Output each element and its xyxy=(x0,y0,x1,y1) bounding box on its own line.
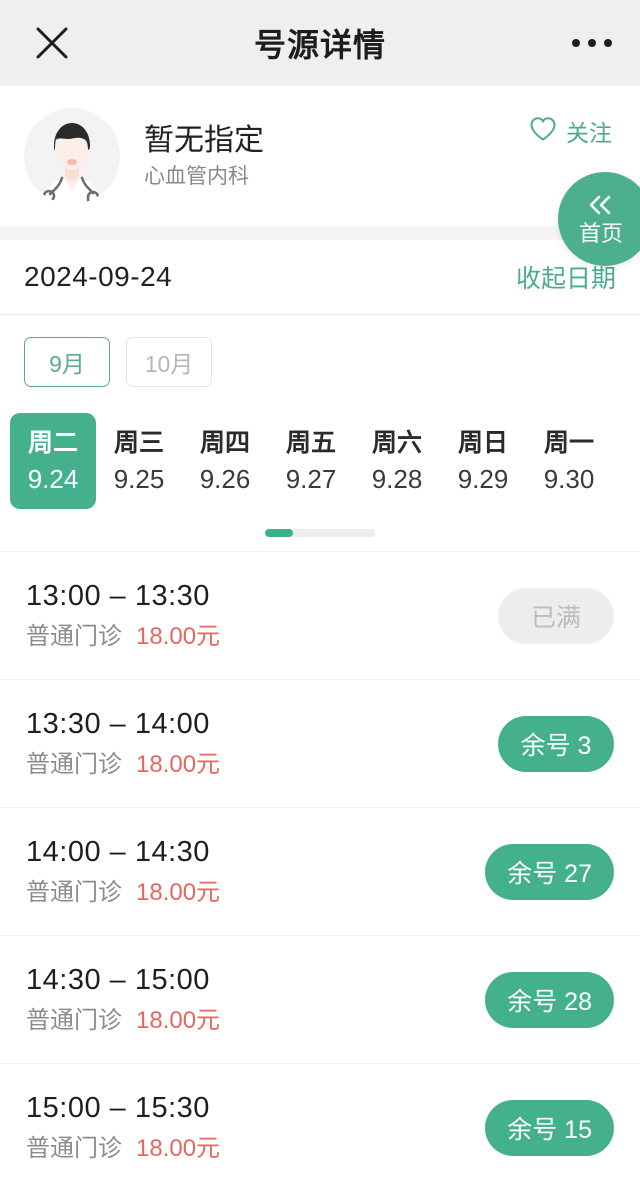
slot-meta: 普通门诊 18.00元 xyxy=(26,881,220,905)
scroll-thumb[interactable] xyxy=(265,529,293,537)
day-tab-weekday: 周二 xyxy=(27,428,78,457)
day-tab-3[interactable]: 周五 9.27 xyxy=(268,413,354,509)
slot-details: 13:30 – 14:00 普通门诊 18.00元 xyxy=(26,710,220,777)
month-tabs: 9月 10月 xyxy=(0,315,640,403)
day-tab-weekday: 周四 xyxy=(199,428,250,457)
scroll-track[interactable] xyxy=(265,529,375,537)
day-strip-scroll-indicator xyxy=(0,513,640,551)
day-tab-4[interactable]: 周六 9.28 xyxy=(354,413,440,509)
month-tab-10[interactable]: 10月 xyxy=(126,337,212,387)
day-tab-0[interactable]: 周二 9.24 xyxy=(10,413,96,509)
slot-price: 18.00元 xyxy=(136,623,221,650)
home-fab-label: 首页 xyxy=(578,220,623,246)
day-tab-date: 9.26 xyxy=(199,463,251,494)
slot-row[interactable]: 13:30 – 14:00 普通门诊 18.00元 余号 3 xyxy=(0,679,640,807)
slot-row[interactable]: 15:00 – 15:30 普通门诊 18.00元 余号 15 xyxy=(0,1063,640,1179)
slot-time: 14:30 – 15:00 xyxy=(26,964,210,996)
slot-status-badge: 已满 xyxy=(498,587,614,644)
slot-type: 普通门诊 xyxy=(26,751,122,778)
appointment-slots-page: 号源详情 暂无指定 心血管内科 关注 首页 2024-09-24 收起日期 9月… xyxy=(0,0,640,1179)
slot-details: 14:00 – 14:30 普通门诊 18.00元 xyxy=(26,838,220,905)
slot-time: 13:00 – 13:30 xyxy=(26,580,210,612)
slot-status-badge[interactable]: 余号 27 xyxy=(485,843,614,900)
day-tab-weekday: 周五 xyxy=(285,428,336,457)
day-tab-date: 9.30 xyxy=(543,463,595,494)
more-horizontal-icon[interactable] xyxy=(572,39,612,47)
slot-status-badge[interactable]: 余号 3 xyxy=(498,715,614,772)
day-strip[interactable]: 周二 9.24 周三 9.25 周四 9.26 周五 9.27 周六 9.28 … xyxy=(0,403,640,513)
slot-time: 14:00 – 14:30 xyxy=(26,836,210,868)
more-dot xyxy=(604,39,612,47)
day-tab-date: 9.28 xyxy=(371,463,423,494)
slot-details: 15:00 – 15:30 普通门诊 18.00元 xyxy=(26,1094,220,1161)
doctor-card[interactable]: 暂无指定 心血管内科 关注 xyxy=(0,86,640,226)
slot-meta: 普通门诊 18.00元 xyxy=(26,1009,220,1033)
slot-price: 18.00元 xyxy=(136,1007,221,1034)
double-chevron-left-icon xyxy=(586,194,616,221)
slot-price: 18.00元 xyxy=(136,1135,221,1162)
day-tab-weekday: 周三 xyxy=(113,428,164,457)
slot-type: 普通门诊 xyxy=(26,1135,122,1162)
slot-price: 18.00元 xyxy=(136,751,221,778)
slot-status-badge[interactable]: 余号 28 xyxy=(485,971,614,1028)
more-dot xyxy=(572,39,580,47)
slot-type: 普通门诊 xyxy=(26,879,122,906)
day-tab-6[interactable]: 周一 9.30 xyxy=(526,413,612,509)
slot-list: 13:00 – 13:30 普通门诊 18.00元 已满 13:30 – 14:… xyxy=(0,551,640,1179)
day-tab-date: 9.27 xyxy=(285,463,337,494)
slot-details: 13:00 – 13:30 普通门诊 18.00元 xyxy=(26,582,220,649)
slot-meta: 普通门诊 18.00元 xyxy=(26,753,220,777)
slot-meta: 普通门诊 18.00元 xyxy=(26,1137,220,1161)
day-tab-1[interactable]: 周三 9.25 xyxy=(96,413,182,509)
day-tab-5[interactable]: 周日 9.29 xyxy=(440,413,526,509)
day-tab-weekday: 周日 xyxy=(457,428,508,457)
doctor-avatar-icon xyxy=(24,108,120,204)
day-tab-date: 9.25 xyxy=(113,463,165,494)
slot-status-badge[interactable]: 余号 15 xyxy=(485,1099,614,1156)
slot-time: 13:30 – 14:00 xyxy=(26,708,210,740)
date-header: 2024-09-24 收起日期 xyxy=(0,240,640,314)
slot-row[interactable]: 14:30 – 15:00 普通门诊 18.00元 余号 28 xyxy=(0,935,640,1063)
day-tab-date: 9.29 xyxy=(457,463,509,494)
heart-outline-icon xyxy=(529,116,557,147)
slot-time: 15:00 – 15:30 xyxy=(26,1092,210,1124)
selected-date: 2024-09-24 xyxy=(24,261,173,292)
day-tab-weekday: 周一 xyxy=(543,428,594,457)
more-dot xyxy=(588,39,596,47)
slot-type: 普通门诊 xyxy=(26,1007,122,1034)
slot-meta: 普通门诊 18.00元 xyxy=(26,625,220,649)
page-title: 号源详情 xyxy=(253,27,386,63)
month-tab-label: 10月 xyxy=(144,351,194,377)
day-tab-date: 9.24 xyxy=(27,463,79,494)
navbar: 号源详情 xyxy=(0,0,640,86)
day-tab-weekday: 周六 xyxy=(371,428,422,457)
month-tab-9[interactable]: 9月 xyxy=(24,337,110,387)
slot-type: 普通门诊 xyxy=(26,623,122,650)
doctor-name: 暂无指定 xyxy=(144,123,264,157)
close-icon[interactable] xyxy=(30,21,74,65)
section-divider xyxy=(0,226,640,240)
doctor-info: 暂无指定 心血管内科 xyxy=(144,124,264,188)
follow-button[interactable]: 关注 xyxy=(529,114,612,148)
day-tab-2[interactable]: 周四 9.26 xyxy=(182,413,268,509)
slot-details: 14:30 – 15:00 普通门诊 18.00元 xyxy=(26,966,220,1033)
doctor-department: 心血管内科 xyxy=(144,164,249,188)
slot-price: 18.00元 xyxy=(136,879,221,906)
slot-row[interactable]: 14:00 – 14:30 普通门诊 18.00元 余号 27 xyxy=(0,807,640,935)
slot-row[interactable]: 13:00 – 13:30 普通门诊 18.00元 已满 xyxy=(0,551,640,679)
follow-label: 关注 xyxy=(566,120,612,146)
month-tab-label: 9月 xyxy=(49,351,85,377)
